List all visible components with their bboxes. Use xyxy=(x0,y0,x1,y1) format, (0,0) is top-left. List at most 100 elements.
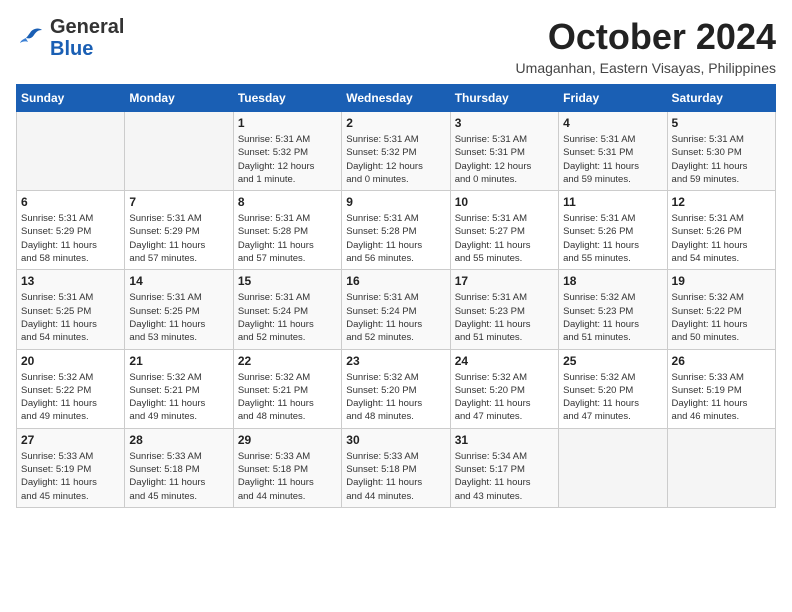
calendar-cell: 30Sunrise: 5:33 AM Sunset: 5:18 PM Dayli… xyxy=(342,428,450,507)
header-cell-friday: Friday xyxy=(559,85,667,112)
day-info: Sunrise: 5:34 AM Sunset: 5:17 PM Dayligh… xyxy=(455,450,554,503)
day-number: 12 xyxy=(672,195,771,209)
day-number: 4 xyxy=(563,116,662,130)
calendar-header-row: SundayMondayTuesdayWednesdayThursdayFrid… xyxy=(17,85,776,112)
day-info: Sunrise: 5:31 AM Sunset: 5:28 PM Dayligh… xyxy=(346,212,445,265)
calendar-cell: 28 Sunrise: 5:33 AM Sunset: 5:18 PM Dayli… xyxy=(125,428,233,507)
day-number: 6 xyxy=(21,195,120,209)
day-info: Sunrise: 5:32 AM Sunset: 5:22 PM Dayligh… xyxy=(21,371,120,424)
day-number: 2 xyxy=(346,116,445,130)
calendar-cell xyxy=(667,428,775,507)
calendar-cell: 9Sunrise: 5:31 AM Sunset: 5:28 PM Daylig… xyxy=(342,191,450,270)
logo-text-general: General xyxy=(50,16,124,38)
day-info: Sunrise: 5:31 AM Sunset: 5:27 PM Dayligh… xyxy=(455,212,554,265)
calendar-cell: 26 Sunrise: 5:33 AM Sunset: 5:19 PM Dayli… xyxy=(667,349,775,428)
calendar-cell: 20 Sunrise: 5:32 AM Sunset: 5:22 PM Dayli… xyxy=(17,349,125,428)
day-info: Sunrise: 5:33 AM Sunset: 5:18 PM Dayligh… xyxy=(129,450,228,503)
header-cell-saturday: Saturday xyxy=(667,85,775,112)
day-info: Sunrise: 5:33 AM Sunset: 5:18 PM Dayligh… xyxy=(238,450,337,503)
day-info: Sunrise: 5:33 AM Sunset: 5:19 PM Dayligh… xyxy=(672,371,771,424)
calendar-cell: 2 Sunrise: 5:31 AM Sunset: 5:32 PM Daylig… xyxy=(342,112,450,191)
location-subtitle: Umaganhan, Eastern Visayas, Philippines xyxy=(516,60,776,76)
day-number: 28 xyxy=(129,433,228,447)
calendar-cell: 16Sunrise: 5:31 AM Sunset: 5:24 PM Dayli… xyxy=(342,270,450,349)
day-number: 24 xyxy=(455,354,554,368)
day-info: Sunrise: 5:31 AM Sunset: 5:25 PM Dayligh… xyxy=(129,291,228,344)
day-info: Sunrise: 5:32 AM Sunset: 5:22 PM Dayligh… xyxy=(672,291,771,344)
day-number: 25 xyxy=(563,354,662,368)
calendar-cell: 5 Sunrise: 5:31 AM Sunset: 5:30 PM Daylig… xyxy=(667,112,775,191)
calendar-cell: 22 Sunrise: 5:32 AM Sunset: 5:21 PM Dayli… xyxy=(233,349,341,428)
day-number: 11 xyxy=(563,195,662,209)
header-cell-sunday: Sunday xyxy=(17,85,125,112)
day-number: 21 xyxy=(129,354,228,368)
day-info: Sunrise: 5:32 AM Sunset: 5:20 PM Dayligh… xyxy=(563,371,662,424)
day-info: Sunrise: 5:32 AM Sunset: 5:23 PM Dayligh… xyxy=(563,291,662,344)
calendar-cell: 4 Sunrise: 5:31 AM Sunset: 5:31 PM Daylig… xyxy=(559,112,667,191)
logo-text-blue: Blue xyxy=(50,38,124,60)
day-info: Sunrise: 5:31 AM Sunset: 5:24 PM Dayligh… xyxy=(346,291,445,344)
day-info: Sunrise: 5:31 AM Sunset: 5:31 PM Dayligh… xyxy=(563,133,662,186)
day-number: 23 xyxy=(346,354,445,368)
calendar-cell: 13Sunrise: 5:31 AM Sunset: 5:25 PM Dayli… xyxy=(17,270,125,349)
day-info: Sunrise: 5:31 AM Sunset: 5:31 PM Dayligh… xyxy=(455,133,554,186)
calendar-cell: 1Sunrise: 5:31 AM Sunset: 5:32 PM Daylig… xyxy=(233,112,341,191)
day-number: 13 xyxy=(21,274,120,288)
calendar-cell xyxy=(559,428,667,507)
day-info: Sunrise: 5:31 AM Sunset: 5:32 PM Dayligh… xyxy=(346,133,445,186)
day-info: Sunrise: 5:31 AM Sunset: 5:29 PM Dayligh… xyxy=(21,212,120,265)
day-info: Sunrise: 5:31 AM Sunset: 5:28 PM Dayligh… xyxy=(238,212,337,265)
day-info: Sunrise: 5:32 AM Sunset: 5:21 PM Dayligh… xyxy=(238,371,337,424)
day-info: Sunrise: 5:31 AM Sunset: 5:30 PM Dayligh… xyxy=(672,133,771,186)
day-number: 29 xyxy=(238,433,337,447)
title-area: October 2024 Umaganhan, Eastern Visayas,… xyxy=(516,16,776,76)
calendar-cell: 29 Sunrise: 5:33 AM Sunset: 5:18 PM Dayli… xyxy=(233,428,341,507)
calendar-week-row: 27Sunrise: 5:33 AM Sunset: 5:19 PM Dayli… xyxy=(17,428,776,507)
calendar-cell: 8Sunrise: 5:31 AM Sunset: 5:28 PM Daylig… xyxy=(233,191,341,270)
header-cell-thursday: Thursday xyxy=(450,85,558,112)
calendar-week-row: 1 Sunrise: 5:31 AM Sunset: 5:32 PM Daylig… xyxy=(17,112,776,191)
calendar-cell: 10 Sunrise: 5:31 AM Sunset: 5:27 PM Dayli… xyxy=(450,191,558,270)
calendar-cell xyxy=(17,112,125,191)
day-number: 19 xyxy=(672,274,771,288)
calendar-week-row: 20 Sunrise: 5:32 AM Sunset: 5:22 PM Dayli… xyxy=(17,349,776,428)
header-cell-tuesday: Tuesday xyxy=(233,85,341,112)
day-number: 10 xyxy=(455,195,554,209)
calendar-cell: 24Sunrise: 5:32 AM Sunset: 5:20 PM Dayli… xyxy=(450,349,558,428)
calendar-cell: 11 Sunrise: 5:31 AM Sunset: 5:26 PM Dayli… xyxy=(559,191,667,270)
calendar-cell: 7Sunrise: 5:31 AM Sunset: 5:29 PM Daylig… xyxy=(125,191,233,270)
calendar-cell: 17Sunrise: 5:31 AM Sunset: 5:23 PM Dayli… xyxy=(450,270,558,349)
day-info: Sunrise: 5:32 AM Sunset: 5:21 PM Dayligh… xyxy=(129,371,228,424)
calendar-cell: 15Sunrise: 5:31 AM Sunset: 5:24 PM Dayli… xyxy=(233,270,341,349)
calendar-cell: 18 Sunrise: 5:32 AM Sunset: 5:23 PM Dayli… xyxy=(559,270,667,349)
day-number: 18 xyxy=(563,274,662,288)
month-title: October 2024 xyxy=(516,16,776,58)
day-info: Sunrise: 5:33 AM Sunset: 5:19 PM Dayligh… xyxy=(21,450,120,503)
logo: General Blue xyxy=(16,16,124,60)
day-number: 30 xyxy=(346,433,445,447)
day-info: Sunrise: 5:31 AM Sunset: 5:23 PM Dayligh… xyxy=(455,291,554,344)
day-number: 20 xyxy=(21,354,120,368)
calendar-cell: 21 Sunrise: 5:32 AM Sunset: 5:21 PM Dayli… xyxy=(125,349,233,428)
day-info: Sunrise: 5:31 AM Sunset: 5:29 PM Dayligh… xyxy=(129,212,228,265)
day-info: Sunrise: 5:32 AM Sunset: 5:20 PM Dayligh… xyxy=(346,371,445,424)
day-number: 26 xyxy=(672,354,771,368)
day-number: 31 xyxy=(455,433,554,447)
calendar-cell: 25 Sunrise: 5:32 AM Sunset: 5:20 PM Dayli… xyxy=(559,349,667,428)
calendar-cell: 12 Sunrise: 5:31 AM Sunset: 5:26 PM Dayli… xyxy=(667,191,775,270)
day-info: Sunrise: 5:31 AM Sunset: 5:26 PM Dayligh… xyxy=(672,212,771,265)
header-cell-wednesday: Wednesday xyxy=(342,85,450,112)
calendar-cell: 23 Sunrise: 5:32 AM Sunset: 5:20 PM Dayli… xyxy=(342,349,450,428)
day-info: Sunrise: 5:31 AM Sunset: 5:26 PM Dayligh… xyxy=(563,212,662,265)
calendar-table: SundayMondayTuesdayWednesdayThursdayFrid… xyxy=(16,84,776,508)
day-number: 1 xyxy=(238,116,337,130)
calendar-cell: 14Sunrise: 5:31 AM Sunset: 5:25 PM Dayli… xyxy=(125,270,233,349)
day-number: 22 xyxy=(238,354,337,368)
day-number: 3 xyxy=(455,116,554,130)
calendar-cell: 19 Sunrise: 5:32 AM Sunset: 5:22 PM Dayli… xyxy=(667,270,775,349)
calendar-body: 1 Sunrise: 5:31 AM Sunset: 5:32 PM Daylig… xyxy=(17,112,776,508)
calendar-week-row: 13 Sunrise: 5:31 AM Sunset: 5:25 PM Dayli… xyxy=(17,270,776,349)
calendar-cell xyxy=(125,112,233,191)
day-number: 5 xyxy=(672,116,771,130)
calendar-cell: 3 Sunrise: 5:31 AM Sunset: 5:31 PM Daylig… xyxy=(450,112,558,191)
